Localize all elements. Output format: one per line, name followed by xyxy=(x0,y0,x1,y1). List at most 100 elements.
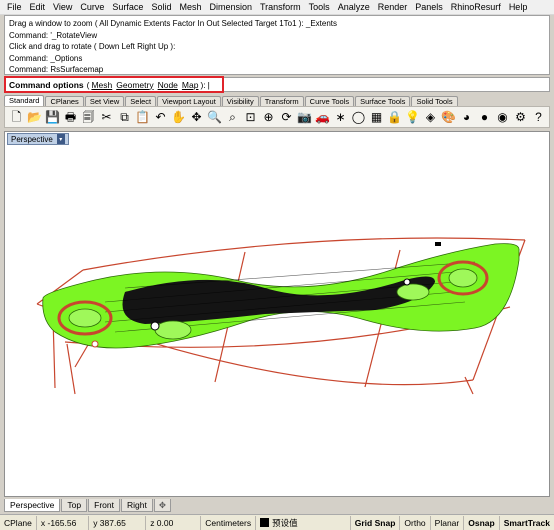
settings-gear-button[interactable]: ⚙ xyxy=(513,109,528,125)
status-layer[interactable]: 预设值 xyxy=(256,515,351,530)
zoom-window-button[interactable]: ⌕ xyxy=(225,109,240,125)
rotate-view-button[interactable]: ⟳ xyxy=(279,109,294,125)
hole-left xyxy=(150,321,160,331)
cut-button[interactable]: ✂ xyxy=(99,109,114,125)
menu-analyze[interactable]: Analyze xyxy=(338,2,370,12)
menu-transform[interactable]: Transform xyxy=(260,2,301,12)
menu-surface[interactable]: Surface xyxy=(112,2,143,12)
zoom-icon: 🔍 xyxy=(207,110,222,124)
menu-help[interactable]: Help xyxy=(509,2,528,12)
layer-icon: ◈ xyxy=(425,110,436,124)
menu-edit[interactable]: Edit xyxy=(30,2,46,12)
cut-icon: ✂ xyxy=(101,110,112,124)
center-left-ellipse xyxy=(154,320,192,340)
tab-surface-tools[interactable]: Surface Tools xyxy=(355,96,411,106)
viewport-dropdown-icon[interactable]: ▾ xyxy=(56,134,65,144)
menu-file[interactable]: File xyxy=(7,2,22,12)
layer-button[interactable]: ◈ xyxy=(423,109,438,125)
settings-gear-icon: ⚙ xyxy=(515,110,526,124)
menu-dimension[interactable]: Dimension xyxy=(209,2,252,12)
undo-button[interactable]: ↶ xyxy=(153,109,168,125)
viewport-title[interactable]: Perspective ▾ xyxy=(7,133,69,145)
osnap-toggle[interactable]: Osnap xyxy=(464,515,500,530)
remesh-surface xyxy=(42,242,520,349)
tab-solid-tools[interactable]: Solid Tools xyxy=(411,96,458,106)
move-button[interactable]: ✥ xyxy=(189,109,204,125)
lock-button[interactable]: 🔒 xyxy=(387,109,402,125)
pan-hand-icon: ✋ xyxy=(171,110,186,124)
car-button[interactable]: 🚗 xyxy=(315,109,330,125)
sphere-icon: ● xyxy=(480,110,489,124)
tab-select[interactable]: Select xyxy=(125,96,157,106)
history-line: Click and drag to rotate ( Down Left Rig… xyxy=(9,42,176,52)
menu-panels[interactable]: Panels xyxy=(415,2,443,12)
center-right-ellipse xyxy=(396,283,430,301)
print-button[interactable]: 🖶 xyxy=(63,109,78,125)
zoom-selected-button[interactable]: ⊕ xyxy=(261,109,276,125)
circle-button[interactable]: ◯ xyxy=(351,109,366,125)
copy-button[interactable]: ⧉ xyxy=(117,109,132,125)
viewport-tabs: Perspective Top Front Right ✥ xyxy=(4,499,550,512)
save-icon: 💾 xyxy=(45,110,60,124)
viewport-tab-right[interactable]: Right xyxy=(120,499,153,512)
menu-view[interactable]: View xyxy=(53,2,72,12)
zoom-button[interactable]: 🔍 xyxy=(207,109,222,125)
hole-right xyxy=(403,278,411,286)
smarttrack-toggle[interactable]: SmartTrack xyxy=(500,516,554,530)
help-button[interactable]: ? xyxy=(531,109,546,125)
add-viewport-tab-icon[interactable]: ✥ xyxy=(153,499,171,512)
help-icon: ? xyxy=(535,110,542,124)
ortho-toggle[interactable]: Ortho xyxy=(400,515,431,530)
tab-transform[interactable]: Transform xyxy=(259,96,304,106)
color-wheel-button[interactable]: ◕ xyxy=(459,109,474,125)
marker-left xyxy=(91,340,99,348)
zoom-extents-button[interactable]: ⊡ xyxy=(243,109,258,125)
menu-solid[interactable]: Solid xyxy=(151,2,171,12)
render-button[interactable]: ◉ xyxy=(495,109,510,125)
history-line: Drag a window to zoom ( All Dynamic Exte… xyxy=(9,19,337,28)
paste-icon: 📋 xyxy=(135,110,150,124)
zoom-extents-icon: ⊡ xyxy=(245,110,256,124)
menu-bar: File Edit View Curve Surface Solid Mesh Dimensi… xyxy=(0,0,554,15)
tab-cplanes[interactable]: CPlanes xyxy=(45,96,84,106)
menu-tools[interactable]: Tools xyxy=(309,2,330,12)
open-folder-button[interactable]: 📂 xyxy=(27,109,42,125)
status-layer-label: 预设值 xyxy=(272,517,298,528)
grid-icon: ▦ xyxy=(370,110,383,124)
menu-mesh[interactable]: Mesh xyxy=(179,2,201,12)
open-folder-icon: 📂 xyxy=(27,110,42,124)
tab-curve-tools[interactable]: Curve Tools xyxy=(304,96,355,106)
material-button[interactable]: 🎨 xyxy=(441,109,456,125)
annotation-highlight-box xyxy=(4,76,224,93)
viewport-tab-front[interactable]: Front xyxy=(88,499,120,512)
point-button[interactable]: ∗ xyxy=(333,109,348,125)
layer-color-swatch xyxy=(260,518,270,527)
light-bulb-button[interactable]: 💡 xyxy=(405,109,420,125)
import-button[interactable]: 🗐 xyxy=(81,109,96,125)
status-units[interactable]: Centimeters xyxy=(201,515,257,530)
save-button[interactable]: 💾 xyxy=(45,109,60,125)
tab-viewport-layout[interactable]: Viewport Layout xyxy=(157,96,221,106)
tab-visibility[interactable]: Visibility xyxy=(221,96,259,106)
planar-toggle[interactable]: Planar xyxy=(431,515,465,530)
tab-standard[interactable]: Standard xyxy=(4,95,45,106)
move-icon: ✥ xyxy=(191,110,202,124)
new-file-button[interactable]: 🗋 xyxy=(9,109,24,125)
tab-set-view[interactable]: Set View xyxy=(84,96,125,106)
menu-curve[interactable]: Curve xyxy=(80,2,104,12)
menu-render[interactable]: Render xyxy=(378,2,408,12)
toolbar-tab-strip: Standard CPlanes Set View Select Viewport La… xyxy=(4,95,550,106)
import-icon: 🗐 xyxy=(82,110,95,124)
status-cplane[interactable]: CPlane xyxy=(0,515,37,530)
paste-button[interactable]: 📋 xyxy=(135,109,150,125)
viewport-tab-perspective[interactable]: Perspective xyxy=(4,499,61,512)
camera-button[interactable]: 📷 xyxy=(297,109,312,125)
grid-snap-toggle[interactable]: Grid Snap xyxy=(351,515,401,530)
perspective-viewport[interactable]: Perspective ▾ xyxy=(4,131,550,497)
grid-button[interactable]: ▦ xyxy=(369,109,384,125)
pan-hand-button[interactable]: ✋ xyxy=(171,109,186,125)
command-history: Drag a window to zoom ( All Dynamic Exte… xyxy=(4,15,550,75)
viewport-tab-top[interactable]: Top xyxy=(61,499,88,512)
menu-rhinoresurf[interactable]: RhinoResurf xyxy=(451,2,501,12)
sphere-button[interactable]: ● xyxy=(477,109,492,125)
